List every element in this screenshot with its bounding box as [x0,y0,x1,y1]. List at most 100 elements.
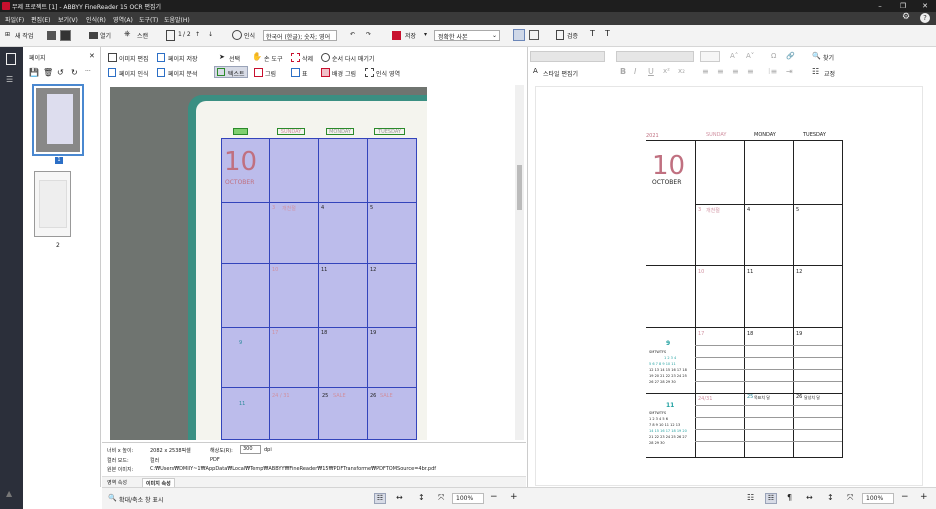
save-page-icon[interactable]: 💾 [29,68,39,77]
hand-tool-button[interactable]: 손 도구 [264,54,282,63]
decrease-font-icon[interactable]: A˅ [746,52,754,60]
style-select[interactable] [530,51,605,62]
warning-icon[interactable]: ▲ [6,489,12,498]
redo-icon[interactable]: ↷ [366,31,371,38]
save-dropdown-icon[interactable]: ▾ [424,31,427,38]
layers-active-icon[interactable] [60,30,71,41]
layout-view-icon[interactable] [513,29,525,41]
open-button[interactable]: 열기 [100,31,111,40]
rotate-right-icon[interactable]: ↻ [71,68,78,77]
text-tool-icon[interactable]: T [590,29,595,38]
img-monday-label[interactable]: MONDAY [326,128,354,135]
menu-recognize[interactable]: 인식(R) [86,15,106,24]
pages-panel-close[interactable]: ✕ [89,52,95,60]
menu-tools[interactable]: 도구(T) [139,15,158,24]
year-area[interactable] [233,128,248,135]
align-right-icon[interactable]: ≡ [732,67,739,76]
resolution-input[interactable]: 300 [240,445,261,454]
menu-area[interactable]: 영역(A) [113,15,133,24]
align-left-icon[interactable]: ≡ [702,67,709,76]
show-zoom-window-button[interactable]: 확대/축소 창 표시 [119,495,163,504]
zoom-out-icon[interactable]: − [490,492,498,502]
tab-area-properties[interactable]: 영역 속성 [107,479,127,486]
fit-height-icon[interactable]: ↕ [418,493,425,502]
recognition-area-button[interactable]: 인식 영역 [376,69,400,78]
text-view-icon[interactable] [529,30,539,40]
increase-font-icon[interactable]: A˄ [730,52,738,60]
img-tuesday-label[interactable]: TUESDAY [374,128,405,135]
find-button[interactable]: 찾기 [823,53,834,62]
text-list-icon[interactable]: ☷ [747,493,754,502]
left-zoom-select[interactable]: 100% [452,493,484,504]
recognize-button[interactable]: 인식 [244,31,255,40]
page-thumbnail-1[interactable] [32,84,84,156]
page-current[interactable]: 1 [178,31,182,38]
pages-icon[interactable] [6,53,16,65]
menu-file[interactable]: 파일(F) [5,15,24,24]
fit-height-icon-right[interactable]: ↕ [827,493,834,502]
zoom-in-icon[interactable]: + [510,492,518,502]
edit-image-button[interactable]: 이미지 편집 [119,54,149,63]
help-icon[interactable]: ? [920,13,930,23]
rotate-left-icon[interactable]: ↺ [57,68,64,77]
image-scrollbar-thumb[interactable] [517,165,522,210]
language-select[interactable]: 한국어 (한글); 숫자; 영어 [263,30,337,41]
save-button[interactable]: 저장 [405,31,416,40]
menu-view[interactable]: 보기(V) [58,15,78,24]
fit-width-icon-right[interactable]: ↔ [806,493,813,502]
special-char-icon[interactable]: Ω [771,52,776,60]
next-page-icon[interactable]: ↓ [208,31,213,38]
background-picture-button[interactable]: 배경 그림 [332,69,356,78]
align-center-icon[interactable]: ≡ [717,67,724,76]
zoom-out-icon-right[interactable]: − [901,492,909,502]
select-tool-button[interactable]: 선택 [229,54,240,63]
save-mode-select[interactable]: 정확한 사본 ⌄ [434,30,500,41]
image-scrollbar[interactable] [515,85,524,440]
list-view-icon[interactable]: ☷ [374,493,386,504]
underline-icon[interactable]: U [648,67,654,76]
more-icon[interactable]: ··· [85,68,91,75]
recognized-document[interactable]: 2021 SUNDAY MONDAY TUESDAY 10 OCTOBER 3 … [535,86,923,486]
maximize-button[interactable]: ❐ [896,0,910,12]
reorder-button[interactable]: 순서 다시 매기기 [332,54,374,63]
settings-gear-icon[interactable]: ⚙ [902,12,910,22]
superscript-icon[interactable]: x² [663,67,670,75]
prev-page-icon[interactable]: ↑ [195,31,200,38]
menu-edit[interactable]: 편집(E) [31,15,51,24]
indent-icon[interactable]: ⇥ [786,67,793,76]
layers-icon[interactable] [47,31,56,40]
close-button[interactable]: ✕ [918,0,932,12]
right-zoom-select[interactable]: 100% [862,493,894,504]
delete-icon[interactable]: 🗑 [43,68,53,77]
recognize-page-button[interactable]: 페이지 인식 [119,69,149,78]
translate-icon[interactable]: T [605,29,610,38]
justify-icon[interactable]: ≡ [747,67,754,76]
italic-icon[interactable]: I [634,67,636,76]
zoom-in-icon-right[interactable]: + [920,492,928,502]
bold-icon[interactable]: B [620,67,626,76]
fit-page-icon[interactable]: ⤧ [438,493,444,503]
undo-icon[interactable]: ↶ [350,31,355,38]
scan-button[interactable]: 스캔 [137,31,148,40]
correct-button[interactable]: 교정 [824,69,835,78]
minimize-button[interactable]: – [873,0,887,12]
verify-button[interactable]: 검증 [567,31,578,40]
img-sunday-label[interactable]: SUNDAY [277,128,305,135]
text-area-button[interactable]: 텍스트 [214,66,248,78]
style-editor-button[interactable]: 스타일 편집기 [543,69,578,78]
scanned-image-view[interactable]: SUNDAY MONDAY TUESDAY 10 OCTOBER 3 개천절 4… [110,87,427,440]
table-area-button[interactable]: 표 [302,69,308,78]
page-thumbnail-2[interactable] [34,171,71,237]
save-page-image-button[interactable]: 페이지 저장 [168,54,198,63]
fit-width-icon[interactable]: ↔ [396,493,403,502]
font-select[interactable] [616,51,694,62]
fit-page-icon-right[interactable]: ⤧ [847,493,853,503]
analyze-page-button[interactable]: 페이지 분석 [168,69,198,78]
list-format-icon[interactable]: ⁝≡ [768,67,777,76]
menu-help[interactable]: 도움말(H) [164,15,190,24]
subscript-icon[interactable]: x₂ [678,67,685,75]
picture-area-button[interactable]: 그림 [265,69,276,78]
layout-mode-icon[interactable]: ☷ [765,493,777,504]
new-task-button[interactable]: 새 작업 [15,31,33,40]
link-icon[interactable]: 🔗 [786,52,795,60]
